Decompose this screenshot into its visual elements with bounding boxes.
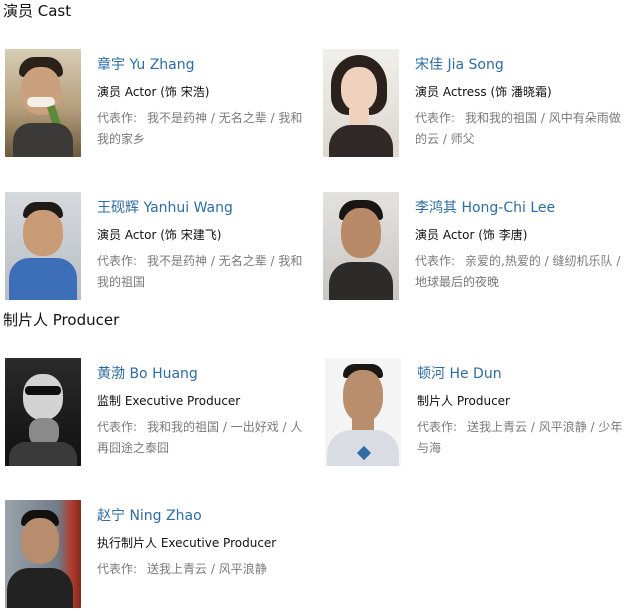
cast-role: 演员 Actor (饰 宋建飞)	[97, 228, 222, 242]
avatar-ning-zhao[interactable]	[5, 500, 81, 608]
works-label: 代表作:	[417, 420, 458, 434]
producer-name-link[interactable]: 黄渤 Bo Huang	[97, 365, 312, 383]
avatar-yu-zhang[interactable]	[5, 49, 81, 157]
works-label: 代表作:	[415, 254, 456, 268]
works-label: 代表作:	[415, 111, 456, 125]
cast-name-link[interactable]: 宋佳 Jia Song	[415, 56, 630, 74]
works-label: 代表作:	[97, 420, 138, 434]
cast-works: 代表作: 亲爱的,热爱的 / 缝纫机乐队 / 地球最后的夜晚	[415, 251, 630, 293]
avatar-he-dun[interactable]	[325, 358, 401, 466]
cast-works: 代表作: 我和我的祖国 / 风中有朵雨做的云 / 师父	[415, 108, 630, 150]
cast-role: 演员 Actress (饰 潘晓霜)	[415, 85, 552, 99]
cast-name-link[interactable]: 李鸿其 Hong-Chi Lee	[415, 199, 630, 217]
producer-works: 代表作: 送我上青云 / 风平浪静	[97, 559, 312, 580]
producer-role: 执行制片人 Executive Producer	[97, 536, 277, 550]
producer-works: 代表作: 我和我的祖国 / 一出好戏 / 人再囧途之泰囧	[97, 417, 312, 459]
works-label: 代表作:	[97, 562, 138, 576]
works-list: 送我上青云 / 风平浪静	[147, 562, 267, 576]
producer-works: 代表作: 送我上青云 / 风平浪静 / 少年与海	[417, 417, 632, 459]
cast-name-link[interactable]: 王砚辉 Yanhui Wang	[97, 199, 312, 217]
producer-role: 制片人 Producer	[417, 394, 510, 408]
producer-role: 监制 Executive Producer	[97, 394, 241, 408]
works-label: 代表作:	[97, 111, 138, 125]
cast-name-link[interactable]: 章宇 Yu Zhang	[97, 56, 312, 74]
cast-role: 演员 Actor (饰 李唐)	[415, 228, 528, 242]
avatar-bo-huang[interactable]	[5, 358, 81, 466]
avatar-hong-chi-lee[interactable]	[323, 192, 399, 300]
cast-works: 代表作: 我不是药神 / 无名之辈 / 我和我的祖国	[97, 251, 312, 293]
works-label: 代表作:	[97, 254, 138, 268]
avatar-jia-song[interactable]	[323, 49, 399, 157]
producer-name-link[interactable]: 赵宁 Ning Zhao	[97, 507, 312, 525]
producer-section-title: 制片人 Producer	[3, 311, 120, 329]
cast-role: 演员 Actor (饰 宋浩)	[97, 85, 210, 99]
avatar-yanhui-wang[interactable]	[5, 192, 81, 300]
producer-name-link[interactable]: 顿河 He Dun	[417, 365, 632, 383]
cast-section-title: 演员 Cast	[3, 2, 72, 20]
cast-works: 代表作: 我不是药神 / 无名之辈 / 我和我的家乡	[97, 108, 312, 150]
